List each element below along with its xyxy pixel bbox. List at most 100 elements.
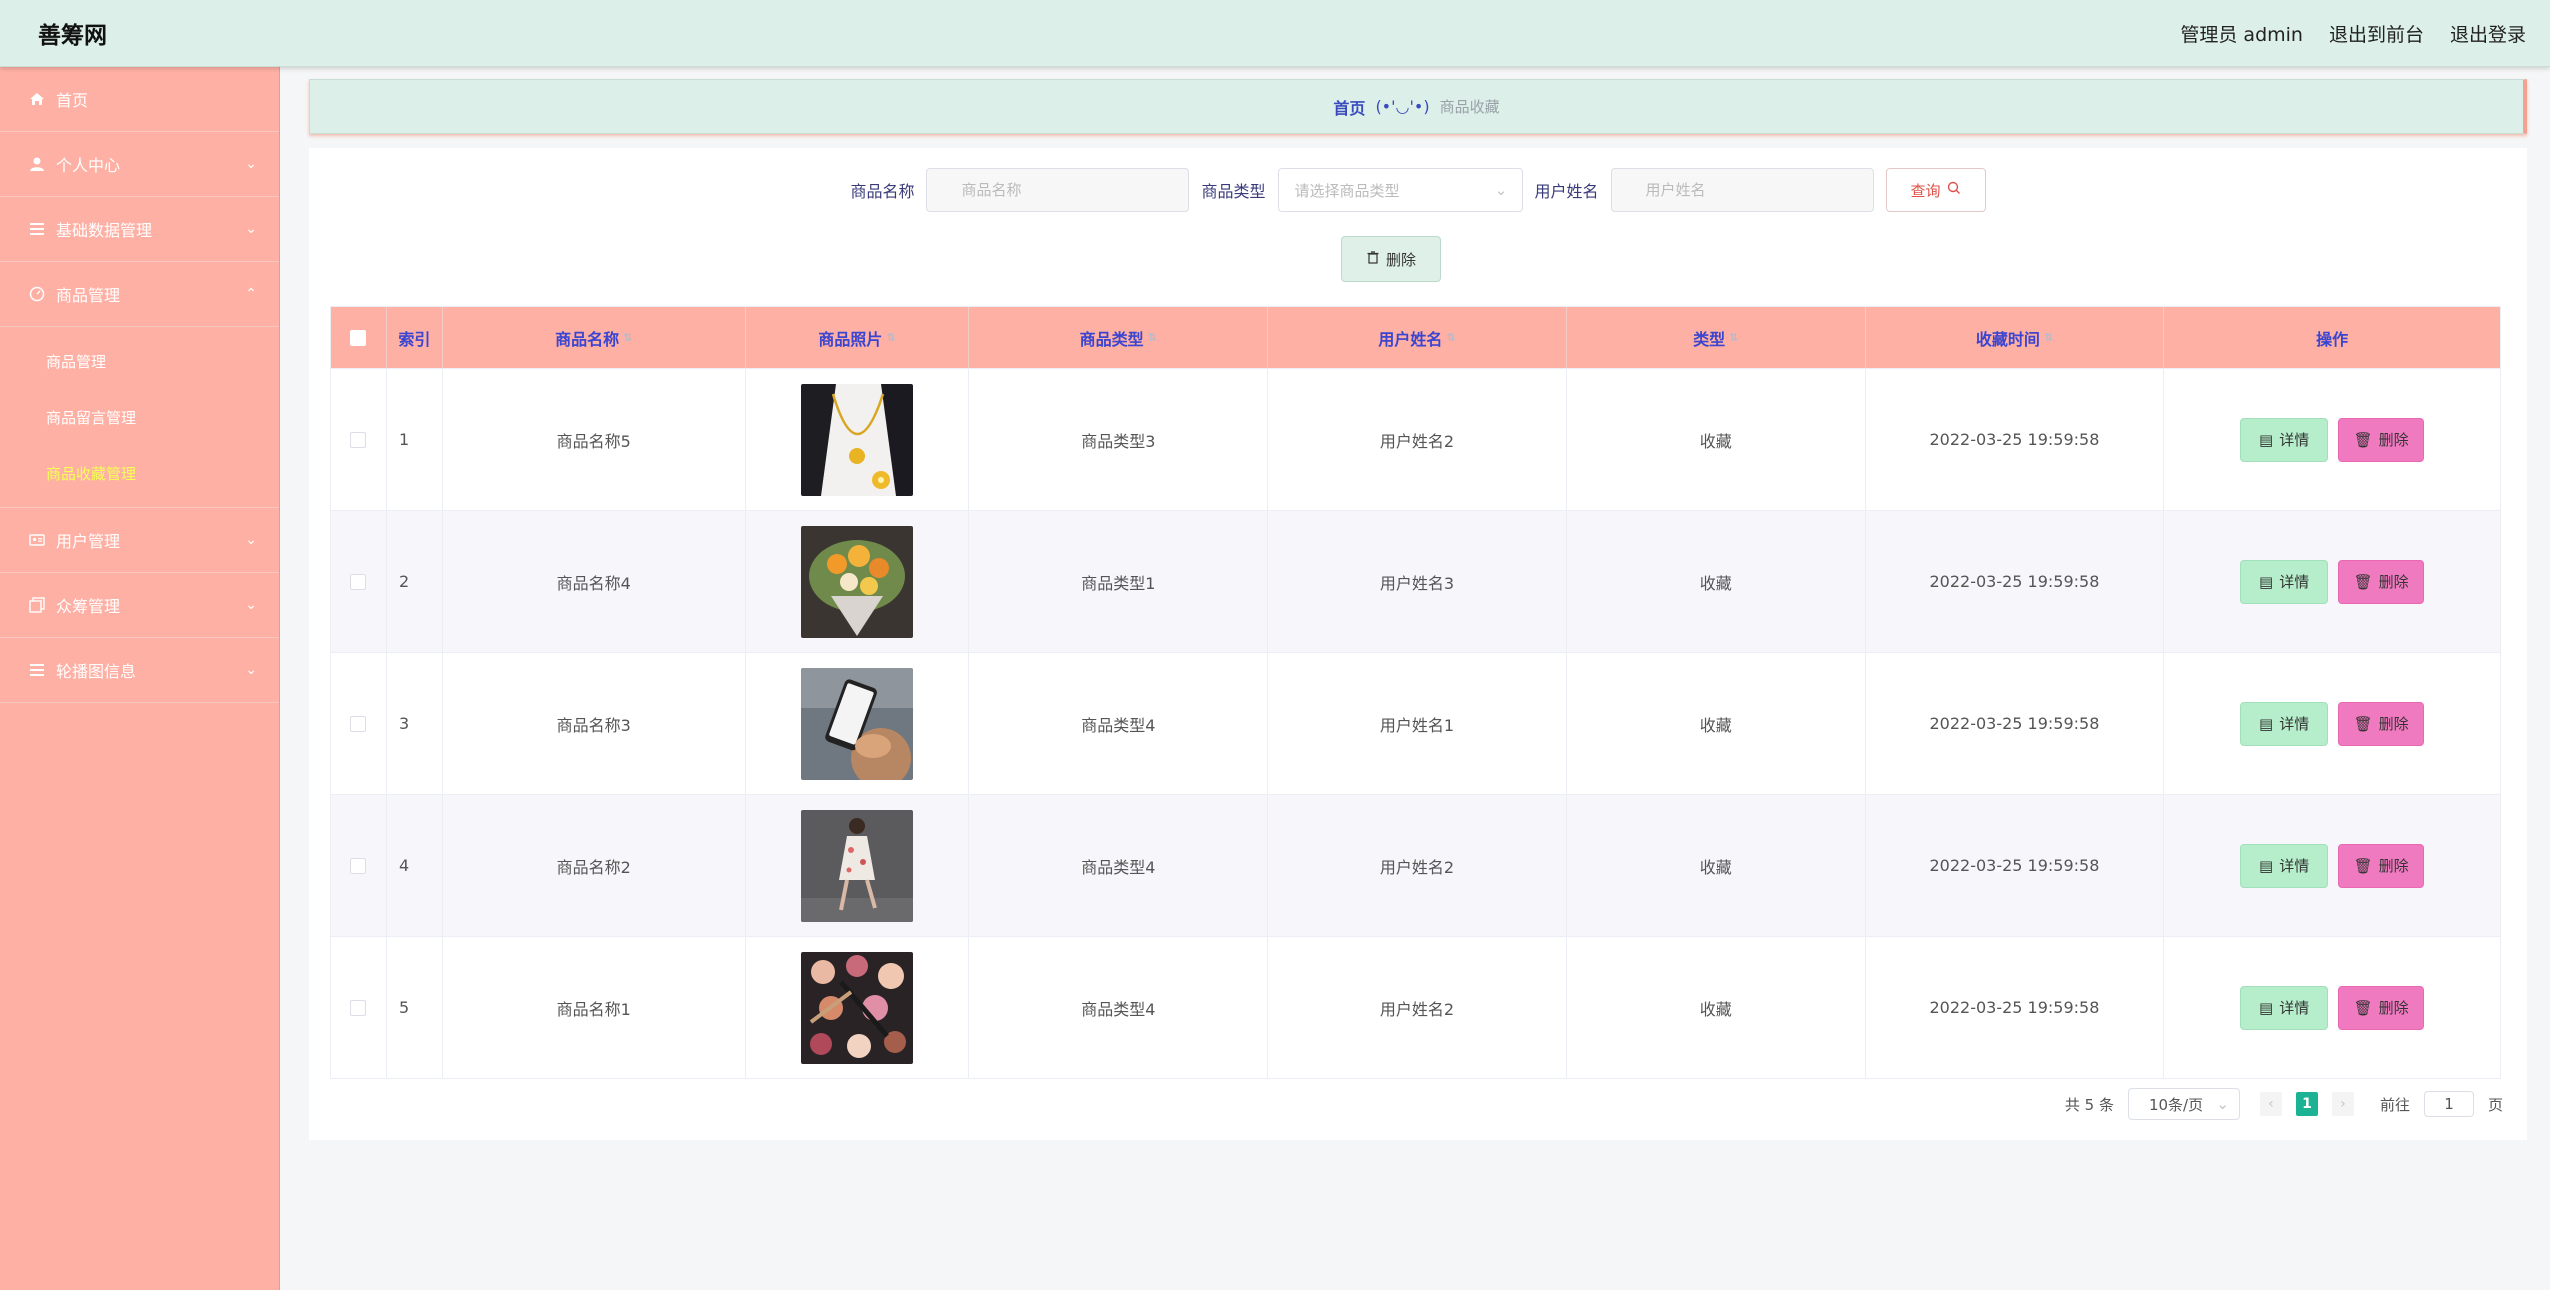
goods-type-select[interactable]: 请选择商品类型 ⌄ bbox=[1277, 168, 1523, 212]
page-size-select[interactable]: 10条/页 ⌄ bbox=[2127, 1088, 2240, 1120]
trash-icon: 🗑 bbox=[2353, 714, 2373, 733]
user-name-cell: 用户姓名3 bbox=[1268, 511, 1567, 652]
goods-photo-dress bbox=[801, 809, 914, 922]
user-name-cell: 用户姓名1 bbox=[1268, 653, 1567, 794]
prev-page-icon[interactable]: ‹ bbox=[2259, 1092, 2282, 1116]
doc-icon: ▤ bbox=[2259, 572, 2274, 591]
fav-time-cell: 2022-03-25 19:59:58 bbox=[1866, 653, 2165, 794]
user-name-input[interactable] bbox=[1610, 168, 1874, 212]
page-number-active[interactable]: 1 bbox=[2295, 1092, 2318, 1116]
sort-icon[interactable]: ⇅ bbox=[1148, 331, 1157, 344]
actions-cell: ▤ 详情 🗑 删除 bbox=[2164, 369, 2500, 510]
user-name-cell: 用户姓名2 bbox=[1268, 369, 1567, 510]
delete-button[interactable]: 🗑 删除 bbox=[2338, 985, 2425, 1030]
row-checkbox[interactable] bbox=[350, 431, 367, 448]
col-goods-photo[interactable]: 商品照片 ⇅ bbox=[746, 307, 970, 368]
admin-label: 管理员 admin bbox=[2180, 23, 2303, 46]
col-fav-time[interactable]: 收藏时间 ⇅ bbox=[1866, 307, 2165, 368]
goods-type-label: 商品类型 bbox=[1201, 182, 1266, 201]
submenu-item-goods-favorites[interactable]: 商品收藏管理 bbox=[0, 445, 279, 501]
sidebar-item-goods[interactable]: 商品管理 ⌃ bbox=[0, 262, 279, 327]
detail-button[interactable]: ▤ 详情 bbox=[2240, 985, 2329, 1030]
row-checkbox[interactable] bbox=[350, 715, 367, 732]
sidebar-item-label: 用户管理 bbox=[56, 532, 121, 551]
delete-button[interactable]: 🗑 删除 bbox=[2338, 559, 2425, 604]
detail-button[interactable]: ▤ 详情 bbox=[2240, 701, 2329, 746]
sort-icon[interactable]: ⇅ bbox=[1729, 331, 1738, 344]
bulk-delete-button[interactable]: 删除 bbox=[1341, 236, 1441, 282]
goods-name-cell: 商品名称4 bbox=[443, 511, 746, 652]
sidebar-item-personal[interactable]: 个人中心 ⌄ bbox=[0, 132, 279, 197]
logout-link[interactable]: 退出登录 bbox=[2450, 20, 2526, 47]
kind-cell: 收藏 bbox=[1567, 369, 1866, 510]
actions-cell: ▤ 详情 🗑 删除 bbox=[2164, 937, 2500, 1078]
sort-icon[interactable]: ⇅ bbox=[623, 331, 632, 344]
delete-button[interactable]: 🗑 删除 bbox=[2338, 843, 2425, 888]
sidebar-item-basic-data[interactable]: 基础数据管理 ⌄ bbox=[0, 197, 279, 262]
row-checkbox[interactable] bbox=[350, 857, 367, 874]
goods-photo-cell bbox=[746, 653, 970, 794]
chevron-down-icon: ⌄ bbox=[245, 221, 257, 237]
row-checkbox[interactable] bbox=[350, 573, 367, 590]
breadcrumb-current: 商品收藏 bbox=[1439, 98, 1500, 116]
sort-icon[interactable]: ⇅ bbox=[2044, 331, 2053, 344]
sidebar-item-home[interactable]: 首页 bbox=[0, 67, 279, 132]
sidebar-item-label: 商品管理 bbox=[56, 286, 121, 305]
select-all-checkbox[interactable] bbox=[350, 329, 367, 346]
goods-type-cell: 商品类型4 bbox=[969, 937, 1269, 1078]
row-index: 1 bbox=[387, 369, 443, 510]
goods-photo-cell bbox=[746, 937, 970, 1078]
delete-button[interactable]: 🗑 删除 bbox=[2338, 417, 2425, 462]
detail-button[interactable]: ▤ 详情 bbox=[2240, 417, 2329, 462]
sort-icon[interactable]: ⇅ bbox=[1446, 331, 1455, 344]
col-index: 索引 bbox=[387, 307, 443, 368]
column-header: 操作 bbox=[2316, 329, 2349, 349]
next-page-icon[interactable]: › bbox=[2331, 1092, 2354, 1116]
main-content: 商品名称 商品类型 请选择商品类型 ⌄ 用户姓名 查询 删除 索引 商品名称⇅ … bbox=[309, 148, 2527, 1140]
goods-type-cell: 商品类型3 bbox=[969, 369, 1269, 510]
col-goods-name[interactable]: 商品名称 ⇅ bbox=[443, 307, 746, 368]
goods-name-label: 商品名称 bbox=[850, 182, 915, 201]
goto-label: 前往 bbox=[2379, 1095, 2410, 1114]
back-to-front-link[interactable]: 退出到前台 bbox=[2329, 20, 2424, 47]
row-checkbox[interactable] bbox=[350, 999, 367, 1016]
fav-time-cell: 2022-03-25 19:59:58 bbox=[1866, 937, 2165, 1078]
sidebar-item-carousel[interactable]: 轮播图信息 ⌄ bbox=[0, 638, 279, 703]
submenu-item-goods[interactable]: 商品管理 bbox=[0, 333, 279, 389]
detail-button[interactable]: ▤ 详情 bbox=[2240, 559, 2329, 604]
row-select-cell bbox=[331, 511, 387, 652]
submenu-item-goods-comments[interactable]: 商品留言管理 bbox=[0, 389, 279, 445]
breadcrumb-separator: (•'◡'•) bbox=[1375, 97, 1430, 116]
home-icon bbox=[28, 90, 46, 108]
delete-button[interactable]: 🗑 删除 bbox=[2338, 701, 2425, 746]
goods-type-cell: 商品类型4 bbox=[969, 653, 1269, 794]
sidebar-item-users[interactable]: 用户管理 ⌄ bbox=[0, 508, 279, 573]
breadcrumb-home[interactable]: 首页 bbox=[1333, 95, 1365, 119]
goods-photo-necklace bbox=[801, 383, 914, 496]
table-header: 索引 商品名称 ⇅ 商品照片 ⇅ 商品类型 ⇅ 用户姓名 ⇅ 类型 ⇅ 收藏时间 ⇅ 操作 bbox=[331, 307, 2500, 368]
col-user-name[interactable]: 用户姓名 ⇅ bbox=[1268, 307, 1567, 368]
sidebar-item-crowdfunding[interactable]: 众筹管理 ⌄ bbox=[0, 573, 279, 638]
query-button[interactable]: 查询 bbox=[1885, 168, 1986, 212]
fav-time-cell: 2022-03-25 19:59:58 bbox=[1866, 795, 2165, 936]
sort-icon[interactable]: ⇅ bbox=[886, 331, 895, 344]
actions-cell: ▤ 详情 🗑 删除 bbox=[2164, 795, 2500, 936]
goods-photo-cosmetics bbox=[801, 951, 914, 1064]
col-kind[interactable]: 类型 ⇅ bbox=[1567, 307, 1866, 368]
delete-label: 删除 bbox=[2378, 573, 2409, 591]
select-all-cell bbox=[331, 307, 387, 368]
header-actions: 管理员 admin 退出到前台 退出登录 bbox=[2180, 20, 2526, 47]
detail-label: 详情 bbox=[2279, 431, 2310, 449]
trash-icon: 🗑 bbox=[2353, 572, 2373, 591]
delete-label: 删除 bbox=[2378, 857, 2409, 875]
detail-label: 详情 bbox=[2279, 715, 2310, 733]
column-header: 收藏时间 bbox=[1975, 329, 2040, 349]
delete-label: 删除 bbox=[2378, 431, 2409, 449]
chevron-down-icon: ⌄ bbox=[245, 532, 257, 548]
kind-cell: 收藏 bbox=[1567, 937, 1866, 1078]
detail-button[interactable]: ▤ 详情 bbox=[2240, 843, 2329, 888]
doc-icon: ▤ bbox=[2259, 430, 2274, 449]
col-goods-type[interactable]: 商品类型 ⇅ bbox=[969, 307, 1269, 368]
goods-name-input[interactable] bbox=[926, 168, 1190, 212]
goto-page-input[interactable] bbox=[2423, 1091, 2474, 1117]
